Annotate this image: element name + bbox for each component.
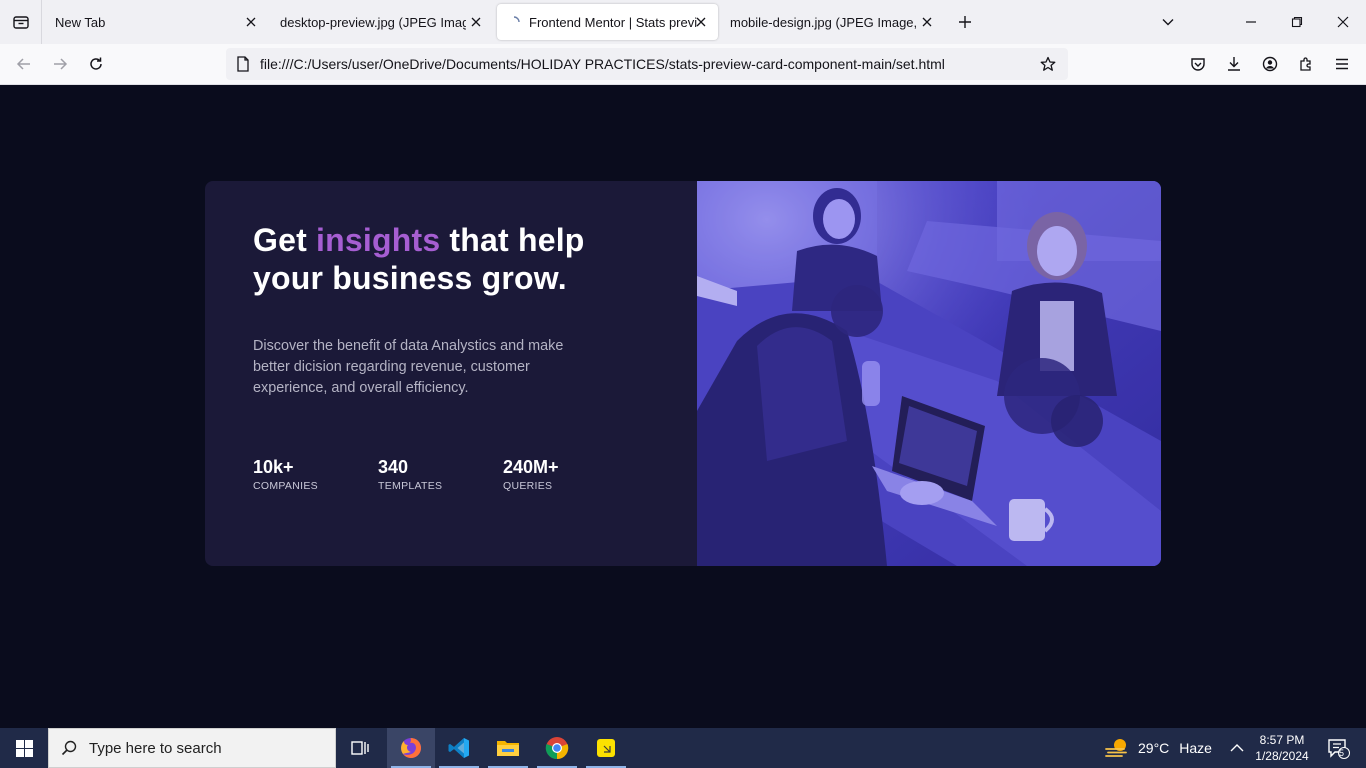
minimize-icon — [1246, 21, 1256, 23]
address-bar[interactable]: file:///C:/Users/user/OneDrive/Documents… — [226, 48, 1068, 80]
chrome-taskbar-button[interactable] — [533, 728, 581, 768]
forward-button[interactable] — [44, 48, 76, 80]
restore-button[interactable] — [1281, 6, 1313, 38]
tab-strip: New Tab desktop-preview.jpg (JPEG Image,… — [0, 0, 1366, 44]
close-window-button[interactable] — [1327, 6, 1359, 38]
stat-label: QUERIES — [503, 480, 553, 492]
firefox-icon — [401, 738, 421, 758]
chevron-down-icon — [1162, 19, 1174, 26]
task-view-button[interactable] — [336, 728, 384, 768]
hamburger-icon — [1336, 58, 1348, 70]
start-button[interactable] — [0, 728, 48, 768]
minimize-button[interactable] — [1235, 6, 1267, 38]
search-icon — [49, 740, 89, 756]
arrow-right-icon — [54, 58, 68, 70]
stat-label: TEMPLATES — [378, 480, 443, 492]
tab-label: New Tab — [55, 14, 106, 30]
arrow-left-icon — [16, 58, 30, 70]
plus-icon — [959, 16, 971, 28]
back-button[interactable] — [8, 48, 40, 80]
stat-label: COMPANIES — [253, 480, 318, 492]
tab-list-icon — [12, 16, 29, 29]
bookmark-star-icon[interactable] — [1034, 48, 1062, 80]
sticky-notes-taskbar-button[interactable] — [582, 728, 630, 768]
tab-label: desktop-preview.jpg (JPEG Image, 1440 × … — [280, 14, 466, 30]
close-icon — [1337, 16, 1349, 28]
windows-logo-icon — [15, 739, 33, 757]
stats-row: 10k+ COMPANIES 340 TEMPLATES 240M+ QUERI… — [253, 457, 628, 492]
download-icon — [1228, 57, 1240, 71]
tab-desktop-preview[interactable]: desktop-preview.jpg (JPEG Image, 1440 × … — [271, 0, 493, 44]
haze-weather-icon — [1105, 739, 1127, 757]
tab-label: Frontend Mentor | Stats preview card com… — [529, 14, 697, 30]
sticky-notes-icon — [597, 739, 615, 757]
clock-time: 8:57 PM — [1259, 733, 1305, 747]
notification-count: 5 — [1339, 748, 1345, 758]
menu-button[interactable] — [1326, 48, 1358, 80]
task-view-icon — [351, 741, 369, 755]
clock-date: 1/28/2024 — [1255, 749, 1309, 763]
stat-value: 340 — [378, 457, 409, 477]
page-icon — [228, 48, 258, 80]
vscode-icon — [448, 738, 469, 758]
pocket-button[interactable] — [1182, 48, 1214, 80]
tab-label: mobile-design.jpg (JPEG Image, 375 × 109… — [730, 14, 918, 30]
loading-icon — [507, 15, 521, 29]
extensions-button[interactable] — [1290, 48, 1322, 80]
pocket-icon — [1191, 58, 1205, 71]
stat-templates: 340 TEMPLATES — [378, 457, 503, 492]
restore-icon — [1291, 16, 1303, 28]
folder-icon — [497, 741, 519, 756]
stat-queries: 240M+ QUERIES — [503, 457, 628, 492]
notification-center-button[interactable]: 5 — [1318, 728, 1358, 768]
new-tab-button[interactable] — [949, 6, 981, 38]
close-tab-icon[interactable] — [918, 13, 936, 31]
url-text: file:///C:/Users/user/OneDrive/Documents… — [260, 56, 945, 72]
account-button[interactable] — [1254, 48, 1286, 80]
account-icon — [1262, 56, 1278, 72]
firefox-taskbar-button[interactable] — [387, 728, 435, 768]
page-viewport: Get insights that help your business gro… — [0, 85, 1366, 728]
close-tab-icon[interactable] — [467, 13, 485, 31]
chrome-icon — [545, 737, 569, 760]
navigation-toolbar: file:///C:/Users/user/OneDrive/Documents… — [0, 44, 1366, 85]
reload-icon — [90, 57, 102, 70]
notification-icon — [1328, 739, 1350, 759]
stat-value: 240M+ — [503, 457, 559, 477]
close-tab-icon[interactable] — [242, 13, 260, 31]
stat-value: 10k+ — [253, 457, 294, 477]
tab-overflow-button[interactable] — [1152, 6, 1184, 38]
weather-temperature: 29°C — [1138, 740, 1170, 756]
taskbar-clock[interactable]: 8:57 PM 1/28/2024 — [1252, 732, 1312, 764]
reload-button[interactable] — [80, 48, 112, 80]
list-all-tabs-button[interactable] — [0, 0, 42, 44]
chevron-up-icon — [1230, 744, 1244, 752]
card-text: Get insights that help your business gro… — [253, 221, 613, 399]
stats-preview-card: Get insights that help your business gro… — [205, 181, 1161, 566]
show-hidden-icons-button[interactable] — [1222, 728, 1252, 768]
office-photo — [697, 181, 1161, 566]
vscode-taskbar-button[interactable] — [435, 728, 483, 768]
weather-widget[interactable]: 29°C Haze — [1104, 728, 1212, 768]
headline-accent: insights — [316, 222, 441, 258]
weather-description: Haze — [1179, 740, 1212, 756]
close-tab-icon[interactable] — [692, 13, 710, 31]
search-placeholder: Type here to search — [89, 739, 222, 757]
stat-companies: 10k+ COMPANIES — [253, 457, 378, 492]
tab-new-tab[interactable]: New Tab — [46, 0, 268, 44]
windows-taskbar: Type here to search 29°C Haze 8:57 PM 1/… — [0, 728, 1366, 768]
taskbar-search-box[interactable]: Type here to search — [48, 728, 336, 768]
card-description: Discover the benefit of data Analystics … — [253, 338, 564, 396]
card-headline: Get insights that help your business gro… — [253, 221, 613, 297]
downloads-button[interactable] — [1218, 48, 1250, 80]
tab-mobile-design[interactable]: mobile-design.jpg (JPEG Image, 375 × 109… — [722, 0, 944, 44]
headline-start: Get — [253, 222, 317, 258]
file-explorer-taskbar-button[interactable] — [484, 728, 532, 768]
puzzle-icon — [1300, 57, 1311, 71]
tab-frontend-mentor[interactable]: Frontend Mentor | Stats preview card com… — [497, 4, 718, 40]
